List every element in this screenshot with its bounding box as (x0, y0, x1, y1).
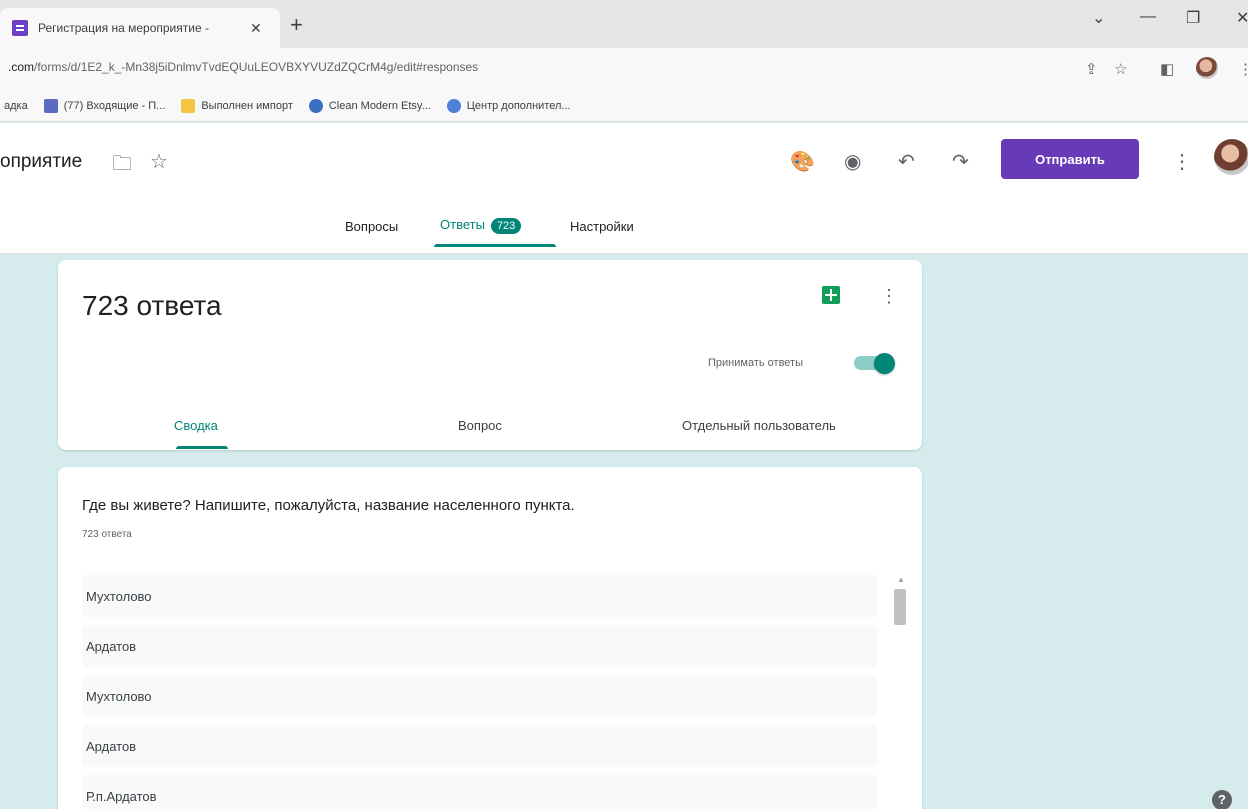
question-title: Где вы живете? Напишите, пожалуйста, наз… (82, 497, 575, 514)
restore-icon[interactable]: ❐ (1186, 8, 1200, 28)
url-domain: .com (8, 60, 35, 74)
tab-title: Регистрация на мероприятие - (38, 21, 209, 35)
responses-count-heading: 723 ответа (82, 290, 222, 321)
send-button[interactable]: Отправить (1001, 139, 1139, 179)
tab-close-icon[interactable]: ✕ (250, 20, 262, 37)
forms-favicon-icon (12, 20, 28, 36)
bookmark-item[interactable]: Центр дополнител... (446, 98, 571, 113)
close-window-icon[interactable]: ✕ (1236, 8, 1248, 28)
form-nav-tabs: Вопросы Ответы 723 Настройки (0, 213, 1248, 253)
answer-item: Мухтолово (82, 675, 877, 717)
browser-tab[interactable]: Регистрация на мероприятие - ✕ (0, 8, 280, 48)
bookmark-label: (77) Входящие - П... (63, 99, 166, 112)
bookmark-item[interactable]: адка (4, 100, 28, 112)
tab-responses-label: Ответы (440, 217, 485, 232)
undo-icon[interactable]: ↶ (898, 149, 915, 174)
active-subtab-indicator (176, 446, 228, 449)
answer-item: Ардатов (82, 625, 877, 667)
toggle-knob[interactable] (874, 353, 895, 374)
answer-item: Мухтолово (82, 575, 877, 617)
bookmarks-bar: адка (77) Входящие - П... Выполнен импор… (0, 90, 1248, 122)
url-path: /forms/d/1E2_k_-Mn38j5iDnlmvTvdEQUuLEOVB… (34, 60, 479, 74)
question-summary-card: Где вы живете? Напишите, пожалуйста, наз… (58, 467, 922, 809)
answers-scrollbar[interactable]: ▲ (892, 575, 908, 809)
bookmark-label: Выполнен импорт (201, 99, 293, 112)
answer-item: Р.п.Ардатов (82, 775, 877, 809)
bookmark-item[interactable]: Clean Modern Etsy... (308, 98, 431, 113)
answer-item: Ардатов (82, 725, 877, 767)
tab-settings[interactable]: Настройки (570, 219, 634, 234)
browser-profile-avatar[interactable] (1196, 57, 1218, 79)
bookmark-item[interactable]: (77) Входящие - П... (43, 98, 166, 113)
site-icon (308, 98, 323, 113)
accept-responses-label: Принимать ответы (708, 357, 803, 369)
bookmark-label: Clean Modern Etsy... (328, 99, 431, 112)
minimize-icon[interactable]: — (1140, 8, 1156, 26)
browser-menu-icon[interactable]: ⋮ (1238, 60, 1248, 78)
form-title[interactable]: оприятие (0, 151, 82, 173)
url-field[interactable]: .com/forms/d/1E2_k_-Mn38j5iDnlmvTvdEQUuL… (8, 60, 478, 74)
star-icon[interactable]: ☆ (150, 149, 168, 174)
share-icon[interactable]: ⇪ (1085, 60, 1098, 78)
tab-responses[interactable]: Ответы 723 (440, 217, 522, 234)
browser-tab-strip: Регистрация на мероприятие - ✕ + ⌄ — ❐ ✕ (0, 0, 1248, 48)
extension-icon (446, 98, 461, 113)
side-panel-icon[interactable]: ◧ (1160, 60, 1174, 78)
forms-header: оприятие 🗀 ☆ 🎨 ◉ ↶ ↷ Отправить ⋮ Вопросы… (0, 123, 1248, 254)
bookmark-star-icon[interactable]: ☆ (1114, 60, 1127, 78)
folder-icon[interactable]: 🗀 (112, 149, 132, 183)
sheets-link-icon[interactable] (822, 286, 840, 304)
tab-search-chevron-icon[interactable]: ⌄ (1092, 8, 1105, 28)
bookmark-item[interactable]: Выполнен импорт (181, 98, 293, 113)
tab-question[interactable]: Вопрос (458, 418, 502, 433)
question-response-count: 723 ответа (82, 529, 132, 540)
tab-individual[interactable]: Отдельный пользователь (682, 418, 836, 433)
responses-count-badge: 723 (490, 218, 522, 234)
redo-icon[interactable]: ↷ (952, 149, 969, 174)
folder-icon (181, 98, 196, 113)
new-tab-button[interactable]: + (290, 14, 303, 36)
scrollbar-thumb[interactable] (894, 589, 906, 625)
tab-summary[interactable]: Сводка (174, 418, 218, 433)
responses-menu-icon[interactable]: ⋮ (880, 286, 898, 307)
mail-icon (43, 98, 58, 113)
preview-eye-icon[interactable]: ◉ (844, 149, 861, 174)
address-bar: .com/forms/d/1E2_k_-Mn38j5iDnlmvTvdEQUuL… (0, 48, 1248, 90)
bookmark-label: Центр дополнител... (466, 99, 571, 112)
account-avatar[interactable] (1214, 139, 1248, 175)
bookmark-label: адка (4, 99, 28, 112)
tab-questions[interactable]: Вопросы (345, 219, 398, 234)
palette-icon[interactable]: 🎨 (790, 149, 815, 174)
scroll-up-icon[interactable]: ▲ (897, 575, 905, 584)
responses-summary-card: 723 ответа ⋮ Принимать ответы Сводка Воп… (58, 260, 922, 450)
active-tab-indicator (434, 244, 556, 247)
help-icon[interactable]: ? (1212, 790, 1232, 809)
more-options-icon[interactable]: ⋮ (1172, 149, 1192, 174)
